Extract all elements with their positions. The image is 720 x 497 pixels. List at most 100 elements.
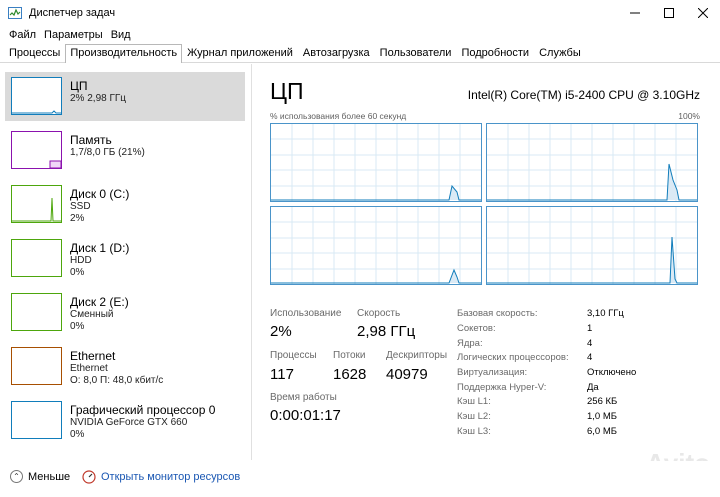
maximize-button[interactable] xyxy=(652,0,686,26)
ethernet-mini-graph xyxy=(11,347,62,385)
tab-app-history[interactable]: Журнал приложений xyxy=(182,44,298,62)
info-label-l1: Кэш L1: xyxy=(457,396,491,407)
memory-mini-graph xyxy=(11,131,62,169)
menu-options[interactable]: Параметры xyxy=(40,29,107,41)
usage-value: 2% xyxy=(270,323,292,340)
disk0-mini-line xyxy=(12,197,61,222)
sidebar-item-detail: Ethernet xyxy=(70,363,108,374)
sidebar-item-title: Память xyxy=(70,133,112,147)
sidebar-item-detail-2: О: 8,0 П: 48,0 кбит/с xyxy=(70,375,164,386)
uptime-value: 0:00:01:17 xyxy=(270,407,341,424)
info-label-cores: Ядра: xyxy=(457,338,483,349)
threads-label: Потоки xyxy=(333,350,366,361)
footer: ⌃ Меньше Открыть монитор ресурсов xyxy=(0,461,720,497)
sidebar-item-title: Диск 2 (E:) xyxy=(70,295,129,309)
sidebar-item-detail: HDD xyxy=(70,255,92,266)
sidebar-item-title: Диск 1 (D:) xyxy=(70,241,130,255)
cpu-model-name: Intel(R) Core(TM) i5-2400 CPU @ 3.10GHz xyxy=(467,88,700,102)
sidebar-item-memory[interactable]: Память 1,7/8,0 ГБ (21%) xyxy=(5,126,245,175)
speed-value: 2,98 ГГц xyxy=(357,323,416,340)
sidebar-item-cpu[interactable]: ЦП 2% 2,98 ГГц xyxy=(5,72,245,121)
tab-bar: Процессы Производительность Журнал прило… xyxy=(0,44,720,63)
close-button[interactable] xyxy=(686,0,720,26)
handles-label: Дескрипторы xyxy=(386,350,448,361)
close-icon xyxy=(698,8,708,18)
info-label-logical: Логических процессоров: xyxy=(457,352,569,363)
info-value-l1: 256 КБ xyxy=(587,396,618,407)
resource-monitor-label: Открыть монитор ресурсов xyxy=(101,471,241,483)
sidebar-item-detail: 2% 2,98 ГГц xyxy=(70,93,127,104)
info-label-l3: Кэш L3: xyxy=(457,426,491,437)
sidebar-item-detail: 1,7/8,0 ГБ (21%) xyxy=(70,147,145,158)
sidebar-item-detail-2: 0% xyxy=(70,267,85,278)
menu-file[interactable]: Файл xyxy=(5,29,40,41)
info-label-hyperv: Поддержка Hyper-V: xyxy=(457,382,547,393)
core-graph-0 xyxy=(270,123,482,202)
info-value-sockets: 1 xyxy=(587,323,593,334)
sidebar-item-detail: NVIDIA GeForce GTX 660 xyxy=(70,417,188,428)
menu-bar: Файл Параметры Вид xyxy=(0,26,135,44)
core-graph-1 xyxy=(486,123,698,202)
core-graph-2 xyxy=(270,206,482,285)
sidebar-item-title: Графический процессор 0 xyxy=(70,403,216,417)
uptime-label: Время работы xyxy=(270,392,337,403)
processes-label: Процессы xyxy=(270,350,317,361)
page-title: ЦП xyxy=(270,78,304,104)
minimize-icon xyxy=(630,12,640,14)
info-value-hyperv: Да xyxy=(587,382,599,393)
disk0-mini-graph xyxy=(11,185,62,223)
core-graph-1-plot xyxy=(487,124,697,201)
disk2-mini-graph xyxy=(11,293,62,331)
sidebar-item-disk1[interactable]: Диск 1 (D:) HDD 0% xyxy=(5,234,245,283)
sidebar-item-disk2[interactable]: Диск 2 (E:) Сменный 0% xyxy=(5,288,245,337)
resource-monitor-link[interactable]: Открыть монитор ресурсов xyxy=(82,470,240,484)
info-value-l2: 1,0 МБ xyxy=(587,411,617,422)
disk1-mini-graph xyxy=(11,239,62,277)
processes-value: 117 xyxy=(270,366,294,383)
sidebar-item-detail-2: 0% xyxy=(70,321,85,332)
minimize-button[interactable] xyxy=(618,0,652,26)
tab-startup[interactable]: Автозагрузка xyxy=(297,44,375,62)
sidebar-item-detail-2: 2% xyxy=(70,213,85,224)
tab-services[interactable]: Службы xyxy=(534,44,586,62)
sidebar-item-detail: SSD xyxy=(70,201,91,212)
info-value-virtualization: Отключено xyxy=(587,367,637,378)
graph-axis-label: % использования более 60 секунд xyxy=(270,111,407,121)
tab-details[interactable]: Подробности xyxy=(456,44,535,62)
info-value-l3: 6,0 МБ xyxy=(587,426,617,437)
task-manager-icon xyxy=(8,7,22,19)
memory-mini-fill xyxy=(49,160,62,169)
tab-users[interactable]: Пользователи xyxy=(374,44,457,62)
core-graph-0-plot xyxy=(271,124,481,201)
threads-value: 1628 xyxy=(333,366,367,383)
info-label-base-speed: Базовая скорость: xyxy=(457,308,538,319)
sidebar-item-detail: Сменный xyxy=(70,309,114,320)
core-graph-3-plot xyxy=(487,207,697,284)
sidebar-item-title: Диск 0 (C:) xyxy=(70,187,130,201)
resource-monitor-icon xyxy=(82,470,96,484)
menu-view[interactable]: Вид xyxy=(107,29,135,41)
window-title: Диспетчер задач xyxy=(29,7,116,19)
sidebar-item-disk0[interactable]: Диск 0 (C:) SSD 2% xyxy=(5,180,245,229)
sidebar-item-title: ЦП xyxy=(70,79,88,93)
info-value-base-speed: 3,10 ГГц xyxy=(587,308,624,319)
info-value-logical: 4 xyxy=(587,352,593,363)
resource-sidebar: ЦП 2% 2,98 ГГц Память 1,7/8,0 ГБ (21%) Д… xyxy=(0,64,252,460)
core-graph-3 xyxy=(486,206,698,285)
graph-max-label: 100% xyxy=(678,111,700,121)
info-label-l2: Кэш L2: xyxy=(457,411,491,422)
speed-label: Скорость xyxy=(357,308,401,319)
sidebar-item-gpu[interactable]: Графический процессор 0 NVIDIA GeForce G… xyxy=(5,396,245,445)
sidebar-item-detail-2: 0% xyxy=(70,429,85,440)
tab-performance[interactable]: Производительность xyxy=(65,44,183,63)
core-graph-2-plot xyxy=(271,207,481,284)
info-value-cores: 4 xyxy=(587,338,593,349)
usage-label: Использование xyxy=(270,308,342,319)
tab-processes[interactable]: Процессы xyxy=(4,44,66,62)
graph-caption: % использования более 60 секунд 100% xyxy=(270,111,700,121)
info-label-sockets: Сокетов: xyxy=(457,323,496,334)
fewer-details-label: Меньше xyxy=(28,470,71,483)
fewer-details-button[interactable]: ⌃ Меньше xyxy=(10,470,70,483)
sidebar-item-ethernet[interactable]: Ethernet Ethernet О: 8,0 П: 48,0 кбит/с xyxy=(5,342,245,391)
gpu-mini-graph xyxy=(11,401,62,439)
